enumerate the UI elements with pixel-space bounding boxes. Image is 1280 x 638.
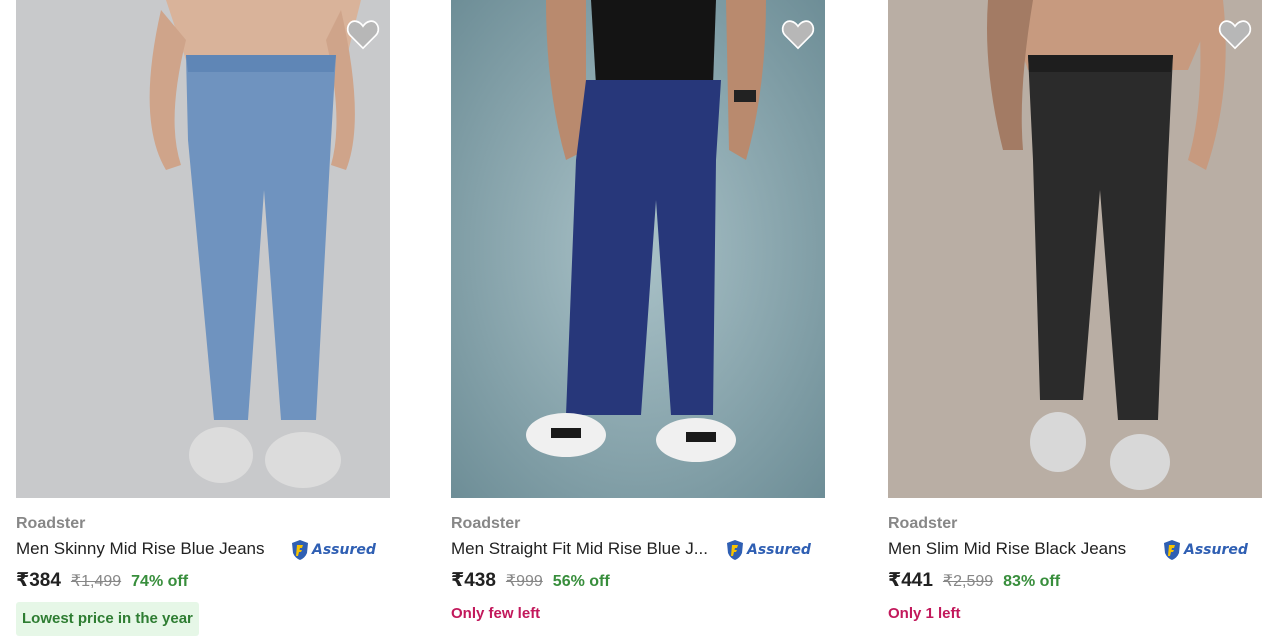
product-brand: Roadster — [451, 515, 521, 532]
stock-status: Only few left — [451, 605, 541, 622]
assured-label: Assured — [312, 542, 376, 558]
assured-shield-icon — [727, 540, 743, 560]
price-row: ₹438 ₹999 56% off — [451, 569, 610, 592]
wishlist-heart-button[interactable] — [1218, 18, 1252, 50]
discount-label: 74% off — [131, 573, 189, 590]
assured-shield-icon — [1164, 540, 1180, 560]
price-row: ₹384 ₹1,499 74% off — [16, 569, 188, 592]
lowest-price-badge: Lowest price in the year — [16, 602, 199, 636]
assured-badge: Assured — [1162, 539, 1248, 561]
jeans-photo-blue-straight — [451, 0, 825, 498]
wishlist-heart-button[interactable] — [346, 18, 380, 50]
heart-icon — [1218, 20, 1252, 50]
original-price: ₹2,599 — [942, 573, 994, 590]
assured-badge: Assured — [725, 539, 811, 561]
product-card[interactable]: Roadster Men Straight Fit Mid Rise Blue … — [451, 0, 825, 638]
current-price: ₹441 — [888, 570, 933, 591]
assured-label: Assured — [1184, 542, 1248, 558]
product-brand: Roadster — [16, 515, 86, 532]
assured-badge: Assured — [290, 539, 376, 561]
original-price: ₹999 — [505, 573, 543, 590]
product-brand: Roadster — [888, 515, 958, 532]
stock-status: Only 1 left — [888, 605, 961, 622]
current-price: ₹384 — [16, 570, 61, 591]
product-title[interactable]: Men Skinny Mid Rise Blue Jeans — [16, 539, 284, 559]
assured-shield-icon — [292, 540, 308, 560]
product-image[interactable] — [888, 0, 1262, 498]
discount-label: 83% off — [1003, 573, 1061, 590]
product-title[interactable]: Men Slim Mid Rise Black Jeans — [888, 539, 1156, 559]
jeans-photo-black-slim — [888, 0, 1262, 498]
jeans-photo-blue-skinny — [16, 0, 390, 498]
current-price: ₹438 — [451, 570, 496, 591]
original-price: ₹1,499 — [70, 573, 122, 590]
heart-icon — [346, 20, 380, 50]
product-title[interactable]: Men Straight Fit Mid Rise Blue J... — [451, 539, 719, 559]
discount-label: 56% off — [552, 573, 610, 590]
product-image[interactable] — [16, 0, 390, 498]
product-card[interactable]: Roadster Men Skinny Mid Rise Blue Jeans … — [16, 0, 390, 638]
heart-icon — [781, 20, 815, 50]
wishlist-heart-button[interactable] — [781, 18, 815, 50]
product-card[interactable]: Roadster Men Slim Mid Rise Black Jeans A… — [888, 0, 1262, 638]
assured-label: Assured — [747, 542, 811, 558]
product-image[interactable] — [451, 0, 825, 498]
price-row: ₹441 ₹2,599 83% off — [888, 569, 1060, 592]
